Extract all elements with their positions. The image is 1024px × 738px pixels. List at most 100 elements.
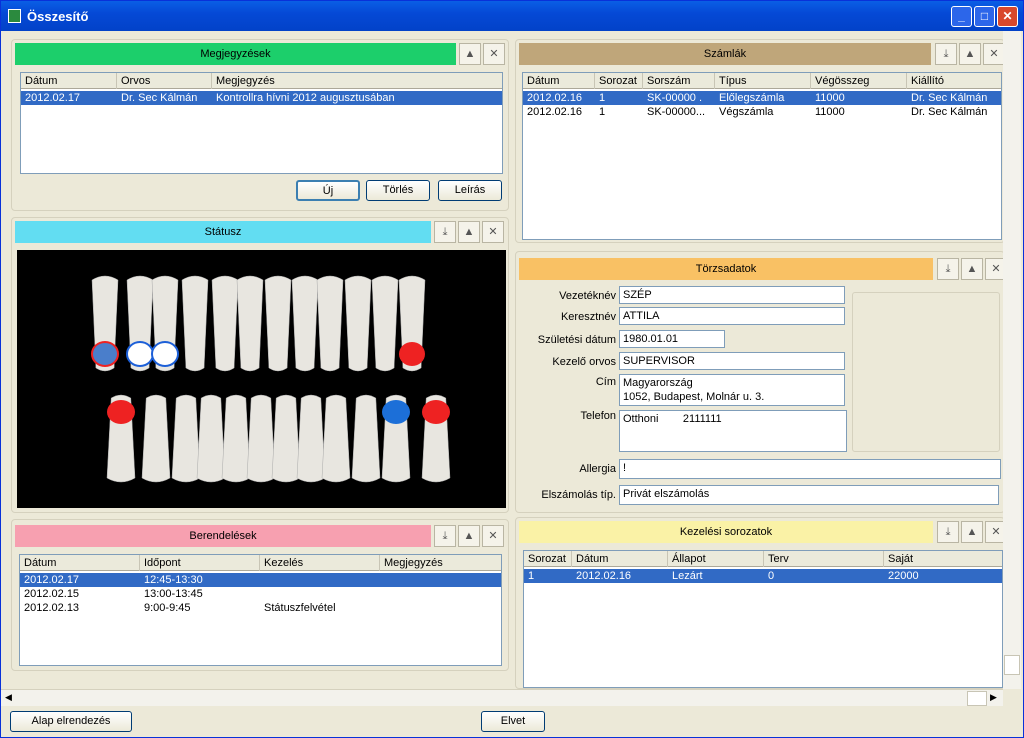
- lower-tooth[interactable]: [351, 394, 381, 483]
- table-row[interactable]: 2012.02.17 Dr. Sec Kálmán Kontrollra hív…: [21, 91, 502, 105]
- allergy-field[interactable]: !: [619, 459, 1001, 479]
- collapse-icon[interactable]: ▲: [961, 521, 983, 543]
- dental-chart[interactable]: [17, 250, 506, 508]
- upper-tooth[interactable]: [91, 275, 119, 372]
- scroll-left-icon[interactable]: ◀: [5, 692, 12, 703]
- col-number[interactable]: Sorszám: [643, 73, 715, 89]
- horizontal-scrollbar[interactable]: ◀ ▶: [1, 689, 1003, 706]
- vertical-scrollbar[interactable]: [1003, 31, 1021, 689]
- col-date[interactable]: Dátum: [20, 555, 140, 571]
- collapse-icon[interactable]: ▲: [459, 43, 481, 65]
- export-icon[interactable]: ⤓: [935, 43, 957, 65]
- lastname-field[interactable]: SZÉP: [619, 286, 845, 304]
- export-icon[interactable]: ⤓: [937, 258, 959, 280]
- upper-tooth[interactable]: [291, 275, 319, 372]
- billing-field[interactable]: Privát elszámolás: [619, 485, 999, 505]
- table-row[interactable]: 1 2012.02.16 Lezárt 0 22000: [524, 569, 1002, 583]
- description-button[interactable]: Leírás: [438, 180, 502, 201]
- export-icon[interactable]: ⤓: [434, 525, 456, 547]
- col-issuer[interactable]: Kiállító: [907, 73, 1001, 89]
- table-row[interactable]: 2012.02.15 13:00-13:45: [20, 587, 501, 601]
- birth-date-field[interactable]: 1980.01.01: [619, 330, 725, 348]
- discard-button[interactable]: Elvet: [481, 711, 545, 732]
- cell: Előlegszámla: [719, 92, 785, 104]
- table-row[interactable]: 2012.02.17 12:45-13:30: [20, 573, 501, 587]
- col-total[interactable]: Végösszeg: [811, 73, 907, 89]
- status-panel: Státusz ⤓ ▲ ✕: [11, 217, 509, 513]
- col-own[interactable]: Saját: [884, 551, 1002, 567]
- col-date[interactable]: Dátum: [523, 73, 595, 89]
- lower-tooth[interactable]: [421, 394, 451, 483]
- upper-tooth[interactable]: [264, 275, 292, 372]
- scroll-thumb[interactable]: [967, 691, 987, 706]
- collapse-icon[interactable]: ▲: [959, 43, 981, 65]
- col-note[interactable]: Megjegyzés: [212, 73, 502, 89]
- doctor-field[interactable]: SUPERVISOR: [619, 352, 845, 370]
- cell: Dr. Sec Kálmán: [911, 106, 988, 118]
- lower-tooth[interactable]: [171, 394, 201, 483]
- allergy-label: Allergia: [579, 463, 616, 475]
- scroll-thumb[interactable]: [1004, 655, 1020, 675]
- tooth-status-mark: [151, 341, 179, 367]
- lower-tooth[interactable]: [296, 394, 326, 483]
- col-plan[interactable]: Terv: [764, 551, 884, 567]
- table-row[interactable]: 2012.02.13 9:00-9:45 Státuszfelvétel: [20, 601, 501, 615]
- minimize-button[interactable]: _: [951, 6, 972, 27]
- upper-tooth[interactable]: [126, 275, 154, 372]
- lower-tooth[interactable]: [106, 394, 136, 483]
- upper-tooth[interactable]: [344, 275, 372, 372]
- maximize-button[interactable]: □: [974, 6, 995, 27]
- default-layout-button[interactable]: Alap elrendezés: [10, 711, 132, 732]
- photo-box[interactable]: [852, 292, 1000, 452]
- lower-tooth[interactable]: [221, 394, 251, 483]
- firstname-field[interactable]: ATTILA: [619, 307, 845, 325]
- col-time[interactable]: Időpont: [140, 555, 260, 571]
- address-field[interactable]: Magyarország 1052, Budapest, Molnár u. 3…: [619, 374, 845, 406]
- col-date[interactable]: Dátum: [21, 73, 117, 89]
- col-series[interactable]: Sorozat: [524, 551, 572, 567]
- col-treatment[interactable]: Kezelés: [260, 555, 380, 571]
- cell: Státuszfelvétel: [264, 602, 336, 614]
- lower-tooth[interactable]: [321, 394, 351, 483]
- upper-tooth[interactable]: [316, 275, 344, 372]
- col-date[interactable]: Dátum: [572, 551, 668, 567]
- invoices-table-header: Dátum Sorozat Sorszám Típus Végösszeg Ki…: [523, 73, 1001, 89]
- tooth-status-mark: [422, 400, 450, 424]
- close-icon[interactable]: ✕: [482, 221, 504, 243]
- upper-tooth[interactable]: [211, 275, 239, 372]
- table-row[interactable]: 2012.02.16 1 SK-00000 . Előlegszámla 110…: [523, 91, 1001, 105]
- treatments-header: Kezelési sorozatok: [519, 521, 933, 543]
- col-state[interactable]: Állapot: [668, 551, 764, 567]
- upper-tooth[interactable]: [398, 275, 426, 372]
- phone-field[interactable]: Otthoni 2111111: [619, 410, 847, 452]
- title-bar[interactable]: Összesítő _ □ ✕: [1, 1, 1023, 31]
- upper-tooth[interactable]: [151, 275, 179, 372]
- upper-tooth[interactable]: [371, 275, 399, 372]
- upper-tooth[interactable]: [236, 275, 264, 372]
- collapse-icon[interactable]: ▲: [961, 258, 983, 280]
- address-label: Cím: [595, 376, 616, 388]
- collapse-icon[interactable]: ▲: [458, 525, 480, 547]
- delete-button[interactable]: Törlés: [366, 180, 430, 201]
- close-icon[interactable]: ✕: [483, 43, 505, 65]
- scroll-right-icon[interactable]: ▶: [990, 692, 997, 703]
- lower-tooth[interactable]: [141, 394, 171, 483]
- col-doctor[interactable]: Orvos: [117, 73, 212, 89]
- lower-tooth[interactable]: [381, 394, 411, 483]
- export-icon[interactable]: ⤓: [937, 521, 959, 543]
- table-row[interactable]: 2012.02.16 1 SK-00000... Végszámla 11000…: [523, 105, 1001, 119]
- lower-tooth[interactable]: [246, 394, 276, 483]
- lower-tooth[interactable]: [196, 394, 226, 483]
- upper-tooth[interactable]: [181, 275, 209, 372]
- col-type[interactable]: Típus: [715, 73, 811, 89]
- new-button[interactable]: Új: [296, 180, 360, 201]
- lower-tooth[interactable]: [271, 394, 301, 483]
- col-note[interactable]: Megjegyzés: [380, 555, 501, 571]
- collapse-icon[interactable]: ▲: [458, 221, 480, 243]
- close-icon[interactable]: ✕: [983, 43, 1005, 65]
- export-icon[interactable]: ⤓: [434, 221, 456, 243]
- close-window-button[interactable]: ✕: [997, 6, 1018, 27]
- close-icon[interactable]: ✕: [482, 525, 504, 547]
- cell: 2012.02.16: [527, 106, 583, 118]
- col-series[interactable]: Sorozat: [595, 73, 643, 89]
